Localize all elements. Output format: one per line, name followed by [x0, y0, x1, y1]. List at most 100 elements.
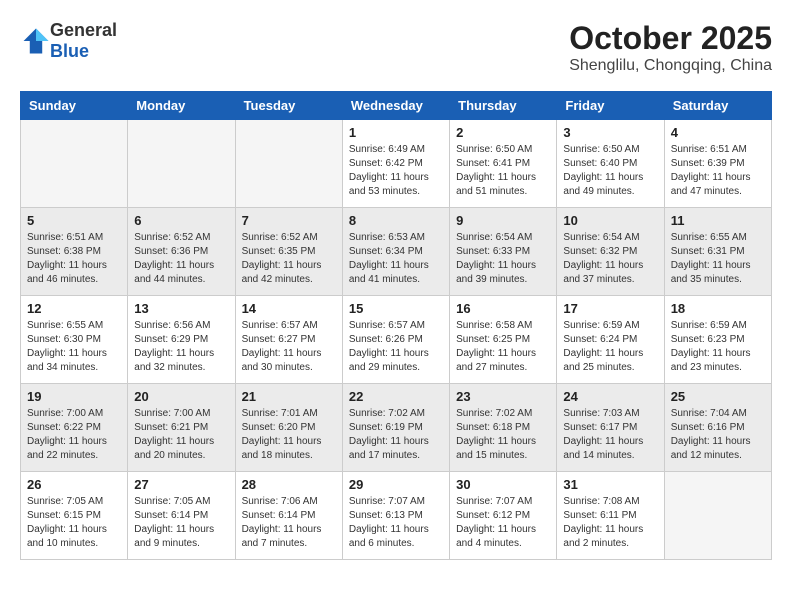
day-info: Sunrise: 7:00 AM Sunset: 6:22 PM Dayligh… — [27, 407, 121, 463]
calendar-cell: 12 Sunrise: 6:55 AM Sunset: 6:30 PM Dayli… — [21, 296, 128, 384]
day-number: 26 — [27, 477, 121, 492]
calendar-cell: 18 Sunrise: 6:59 AM Sunset: 6:23 PM Dayli… — [664, 296, 771, 384]
calendar-cell: 25Sunrise: 7:04 AM Sunset: 6:16 PM Dayli… — [664, 384, 771, 472]
calendar-cell — [664, 472, 771, 560]
calendar-cell: 5Sunrise: 6:51 AM Sunset: 6:38 PM Daylig… — [21, 208, 128, 296]
day-info: Sunrise: 6:53 AM Sunset: 6:34 PM Dayligh… — [349, 231, 443, 287]
day-info: Sunrise: 7:07 AM Sunset: 6:13 PM Dayligh… — [349, 495, 443, 551]
day-info: Sunrise: 6:50 AM Sunset: 6:41 PM Dayligh… — [456, 143, 550, 199]
day-number: 20 — [134, 389, 228, 404]
calendar-cell: 14 Sunrise: 6:57 AM Sunset: 6:27 PM Dayli… — [235, 296, 342, 384]
day-number: 3 — [563, 125, 657, 140]
calendar-cell: 1 Sunrise: 6:49 AM Sunset: 6:42 PM Daylig… — [342, 120, 449, 208]
location-subtitle: Shenglilu, Chongqing, China — [569, 57, 772, 75]
day-number: 27 — [134, 477, 228, 492]
day-number: 4 — [671, 125, 765, 140]
day-number: 28 — [242, 477, 336, 492]
weekday-header-tuesday: Tuesday — [235, 92, 342, 120]
calendar-cell: 26 Sunrise: 7:05 AM Sunset: 6:15 PM Dayli… — [21, 472, 128, 560]
calendar-cell: 19 Sunrise: 7:00 AM Sunset: 6:22 PM Dayli… — [21, 384, 128, 472]
calendar-cell: 21 Sunrise: 7:01 AM Sunset: 6:20 PM Dayli… — [235, 384, 342, 472]
logo: General Blue — [20, 20, 117, 62]
calendar-cell: 2 Sunrise: 6:50 AM Sunset: 6:41 PM Daylig… — [450, 120, 557, 208]
weekday-header-wednesday: Wednesday — [342, 92, 449, 120]
calendar-cell: 23 Sunrise: 7:02 AM Sunset: 6:18 PM Dayli… — [450, 384, 557, 472]
day-info: Sunrise: 7:03 AM Sunset: 6:17 PM Dayligh… — [563, 407, 657, 463]
day-number: 30 — [456, 477, 550, 492]
day-info: Sunrise: 6:49 AM Sunset: 6:42 PM Dayligh… — [349, 143, 443, 199]
day-number: 23 — [456, 389, 550, 404]
calendar-table: SundayMondayTuesdayWednesdayThursdayFrid… — [20, 91, 772, 560]
calendar-cell: 16 Sunrise: 6:58 AM Sunset: 6:25 PM Dayli… — [450, 296, 557, 384]
calendar-cell: 29 Sunrise: 7:07 AM Sunset: 6:13 PM Dayli… — [342, 472, 449, 560]
calendar-cell: 30Sunrise: 7:07 AM Sunset: 6:12 PM Dayli… — [450, 472, 557, 560]
week-row-3: 12 Sunrise: 6:55 AM Sunset: 6:30 PM Dayli… — [21, 296, 772, 384]
day-info: Sunrise: 7:08 AM Sunset: 6:11 PM Dayligh… — [563, 495, 657, 551]
day-number: 25 — [671, 389, 765, 404]
day-number: 18 — [671, 301, 765, 316]
day-number: 24 — [563, 389, 657, 404]
day-info: Sunrise: 6:57 AM Sunset: 6:26 PM Dayligh… — [349, 319, 443, 375]
day-number: 21 — [242, 389, 336, 404]
calendar-cell: 6 Sunrise: 6:52 AM Sunset: 6:36 PM Daylig… — [128, 208, 235, 296]
week-row-1: 1 Sunrise: 6:49 AM Sunset: 6:42 PM Daylig… — [21, 120, 772, 208]
day-info: Sunrise: 6:54 AM Sunset: 6:32 PM Dayligh… — [563, 231, 657, 287]
calendar-cell — [128, 120, 235, 208]
month-title: October 2025 — [569, 20, 772, 57]
day-info: Sunrise: 6:55 AM Sunset: 6:31 PM Dayligh… — [671, 231, 765, 287]
calendar-cell: 17 Sunrise: 6:59 AM Sunset: 6:24 PM Dayli… — [557, 296, 664, 384]
calendar-cell — [21, 120, 128, 208]
day-info: Sunrise: 6:58 AM Sunset: 6:25 PM Dayligh… — [456, 319, 550, 375]
day-info: Sunrise: 6:52 AM Sunset: 6:35 PM Dayligh… — [242, 231, 336, 287]
day-number: 5 — [27, 213, 121, 228]
day-info: Sunrise: 7:05 AM Sunset: 6:14 PM Dayligh… — [134, 495, 228, 551]
calendar-cell: 15 Sunrise: 6:57 AM Sunset: 6:26 PM Dayli… — [342, 296, 449, 384]
day-info: Sunrise: 6:51 AM Sunset: 6:39 PM Dayligh… — [671, 143, 765, 199]
weekday-header-sunday: Sunday — [21, 92, 128, 120]
calendar-cell: 11 Sunrise: 6:55 AM Sunset: 6:31 PM Dayli… — [664, 208, 771, 296]
calendar-cell: 8Sunrise: 6:53 AM Sunset: 6:34 PM Daylig… — [342, 208, 449, 296]
day-info: Sunrise: 6:55 AM Sunset: 6:30 PM Dayligh… — [27, 319, 121, 375]
day-info: Sunrise: 6:50 AM Sunset: 6:40 PM Dayligh… — [563, 143, 657, 199]
day-info: Sunrise: 7:02 AM Sunset: 6:18 PM Dayligh… — [456, 407, 550, 463]
day-info: Sunrise: 7:06 AM Sunset: 6:14 PM Dayligh… — [242, 495, 336, 551]
day-info: Sunrise: 6:52 AM Sunset: 6:36 PM Dayligh… — [134, 231, 228, 287]
day-number: 13 — [134, 301, 228, 316]
page-header: General Blue October 2025 Shenglilu, Cho… — [20, 20, 772, 75]
day-number: 12 — [27, 301, 121, 316]
day-number: 6 — [134, 213, 228, 228]
day-info: Sunrise: 7:01 AM Sunset: 6:20 PM Dayligh… — [242, 407, 336, 463]
week-row-2: 5Sunrise: 6:51 AM Sunset: 6:38 PM Daylig… — [21, 208, 772, 296]
day-number: 15 — [349, 301, 443, 316]
day-number: 29 — [349, 477, 443, 492]
calendar-cell: 13 Sunrise: 6:56 AM Sunset: 6:29 PM Dayli… — [128, 296, 235, 384]
day-number: 17 — [563, 301, 657, 316]
calendar-cell: 9Sunrise: 6:54 AM Sunset: 6:33 PM Daylig… — [450, 208, 557, 296]
weekday-header-row: SundayMondayTuesdayWednesdayThursdayFrid… — [21, 92, 772, 120]
calendar-cell: 20Sunrise: 7:00 AM Sunset: 6:21 PM Dayli… — [128, 384, 235, 472]
day-number: 1 — [349, 125, 443, 140]
day-number: 2 — [456, 125, 550, 140]
calendar-cell — [235, 120, 342, 208]
day-info: Sunrise: 6:59 AM Sunset: 6:23 PM Dayligh… — [671, 319, 765, 375]
weekday-header-thursday: Thursday — [450, 92, 557, 120]
calendar-cell: 28 Sunrise: 7:06 AM Sunset: 6:14 PM Dayli… — [235, 472, 342, 560]
day-number: 10 — [563, 213, 657, 228]
day-info: Sunrise: 6:54 AM Sunset: 6:33 PM Dayligh… — [456, 231, 550, 287]
calendar-cell: 4 Sunrise: 6:51 AM Sunset: 6:39 PM Daylig… — [664, 120, 771, 208]
day-number: 11 — [671, 213, 765, 228]
day-number: 14 — [242, 301, 336, 316]
day-number: 16 — [456, 301, 550, 316]
calendar-cell: 22Sunrise: 7:02 AM Sunset: 6:19 PM Dayli… — [342, 384, 449, 472]
day-number: 31 — [563, 477, 657, 492]
day-info: Sunrise: 6:59 AM Sunset: 6:24 PM Dayligh… — [563, 319, 657, 375]
day-number: 19 — [27, 389, 121, 404]
day-info: Sunrise: 6:57 AM Sunset: 6:27 PM Dayligh… — [242, 319, 336, 375]
calendar-cell: 7Sunrise: 6:52 AM Sunset: 6:35 PM Daylig… — [235, 208, 342, 296]
calendar-cell: 31 Sunrise: 7:08 AM Sunset: 6:11 PM Dayli… — [557, 472, 664, 560]
logo-blue: Blue — [50, 41, 89, 61]
day-info: Sunrise: 7:05 AM Sunset: 6:15 PM Dayligh… — [27, 495, 121, 551]
calendar-cell: 10 Sunrise: 6:54 AM Sunset: 6:32 PM Dayli… — [557, 208, 664, 296]
day-info: Sunrise: 6:56 AM Sunset: 6:29 PM Dayligh… — [134, 319, 228, 375]
day-info: Sunrise: 7:02 AM Sunset: 6:19 PM Dayligh… — [349, 407, 443, 463]
